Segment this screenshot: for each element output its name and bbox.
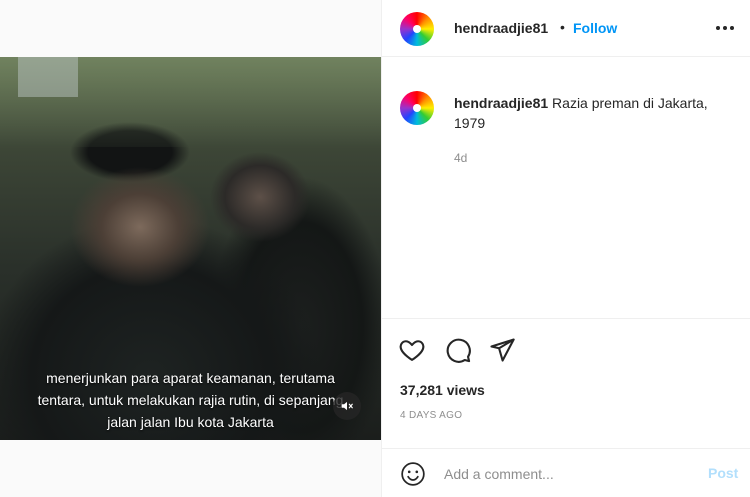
avatar[interactable] xyxy=(400,91,434,125)
post-date[interactable]: 4 DAYS AGO xyxy=(400,410,462,421)
heart-icon xyxy=(399,340,425,361)
action-bar xyxy=(382,320,750,380)
comment-bubble-icon xyxy=(446,338,471,363)
video-subtitle-line: tentara, untuk melakukan rajia rutin, di… xyxy=(37,392,344,408)
post-side-panel: hendraadjie81 • Follow hendraadjie81 Raz… xyxy=(381,0,750,497)
video-subtitle-line: menerjunkan para aparat keamanan, teruta… xyxy=(46,370,335,386)
follow-button[interactable]: Follow xyxy=(573,20,617,36)
paper-plane-icon xyxy=(490,338,515,362)
caption-section: hendraadjie81 Razia preman di Jakarta, 1… xyxy=(382,57,750,319)
more-horizontal-icon xyxy=(716,26,734,30)
add-comment-bar: Post xyxy=(382,448,750,497)
comment-input[interactable] xyxy=(444,463,694,485)
video-background-sky xyxy=(18,57,78,97)
instagram-post-page: menerjunkan para aparat keamanan, teruta… xyxy=(0,0,750,497)
avatar[interactable] xyxy=(400,12,434,46)
media-column: menerjunkan para aparat keamanan, teruta… xyxy=(0,0,381,497)
post-video[interactable]: menerjunkan para aparat keamanan, teruta… xyxy=(0,57,381,440)
comment-button[interactable] xyxy=(444,336,472,364)
video-subtitle: menerjunkan para aparat keamanan, teruta… xyxy=(0,367,381,433)
like-button[interactable] xyxy=(398,336,426,364)
emoji-button[interactable] xyxy=(400,461,426,487)
video-subtitle-line: jalan jalan Ibu kota Jakarta xyxy=(107,414,274,430)
more-options-button[interactable] xyxy=(714,20,736,36)
smiley-icon xyxy=(401,462,425,486)
post-comment-button[interactable]: Post xyxy=(708,465,738,481)
caption: hendraadjie81 Razia preman di Jakarta, 1… xyxy=(454,93,739,133)
caption-username-link[interactable]: hendraadjie81 xyxy=(454,95,548,111)
username-link[interactable]: hendraadjie81 xyxy=(454,20,548,36)
views-count[interactable]: 37,281 views xyxy=(400,382,485,398)
post-header: hendraadjie81 • Follow xyxy=(382,0,750,57)
speaker-muted-icon xyxy=(341,401,353,411)
caption-timestamp[interactable]: 4d xyxy=(454,151,467,165)
mute-toggle-button[interactable] xyxy=(333,392,361,420)
separator-dot: • xyxy=(560,19,565,35)
share-button[interactable] xyxy=(488,336,516,364)
